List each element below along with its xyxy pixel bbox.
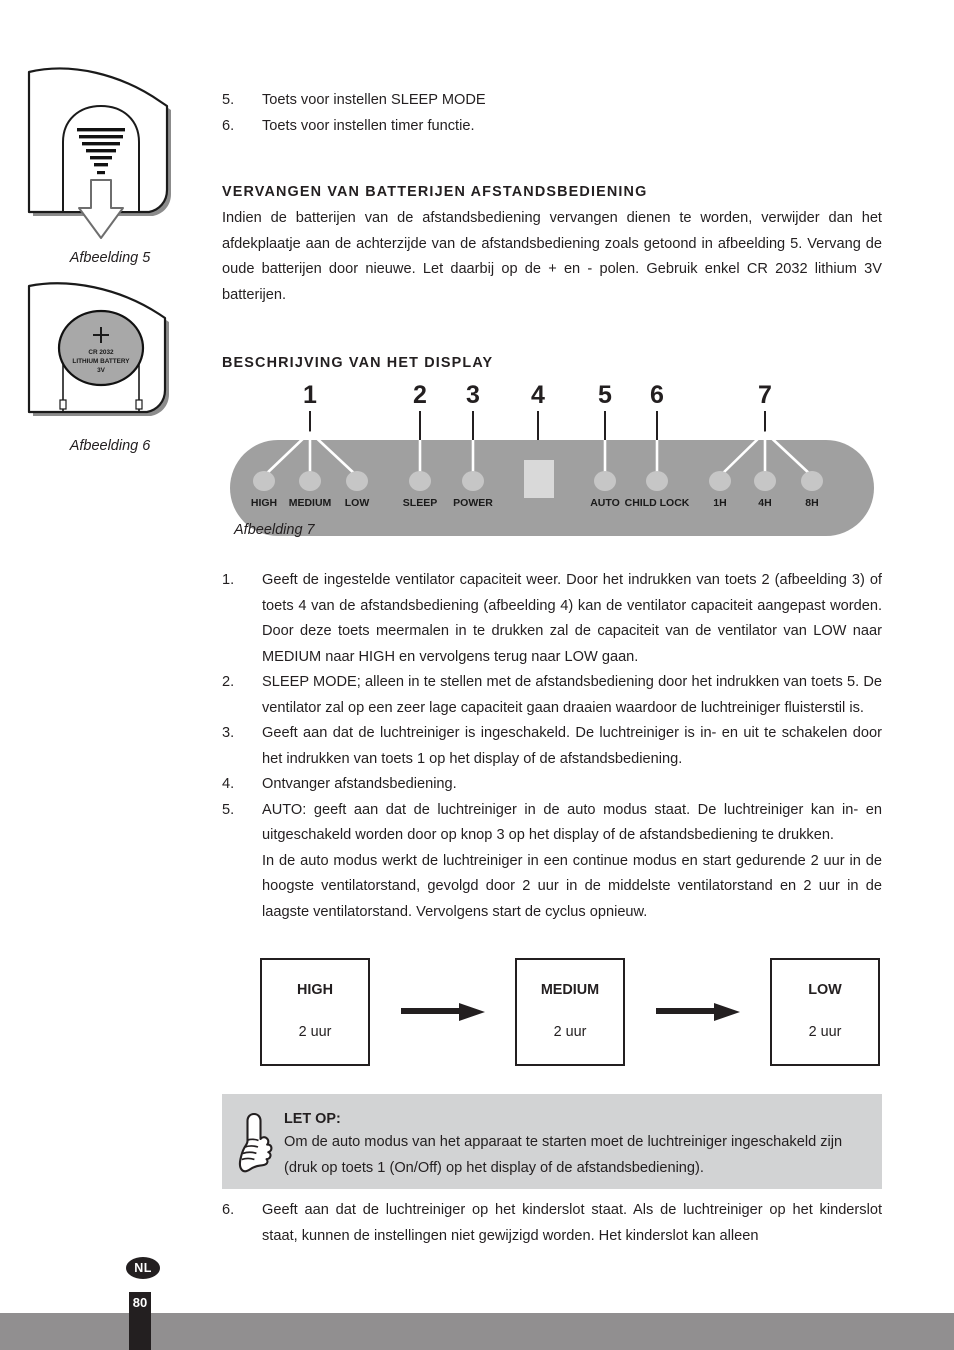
callout-number-2: 2 bbox=[413, 381, 427, 409]
led-sleep bbox=[409, 471, 431, 491]
list-item-number: 1. bbox=[222, 572, 235, 588]
section-body-battery-replacement: Indien de batterijen van de afstandsbedi… bbox=[222, 210, 882, 303]
battery-voltage-text: 3V bbox=[97, 367, 106, 374]
callout-number-1: 1 bbox=[303, 381, 317, 409]
display-panel-svg: 1 2 3 4 5 6 7 HIGH MEDIUM LOW SLEEP POWE… bbox=[230, 381, 874, 536]
flow-step-duration: 2 uur bbox=[553, 1024, 587, 1040]
led-label-medium: MEDIUM bbox=[289, 497, 332, 509]
led-child-lock bbox=[646, 471, 668, 491]
callout-number-4: 4 bbox=[531, 381, 545, 409]
led-label-child-lock: CHILD LOCK bbox=[625, 497, 690, 509]
led-power bbox=[462, 471, 484, 491]
flow-step-duration: 2 uur bbox=[298, 1024, 332, 1040]
callout-number-6: 6 bbox=[650, 381, 664, 409]
list-item: 6. Toets voor instellen timer functie. bbox=[222, 114, 882, 140]
ir-receiver-window bbox=[524, 460, 554, 498]
callout-number-5: 5 bbox=[598, 381, 612, 409]
list-item-number: 6. bbox=[222, 1202, 235, 1218]
led-label-low: LOW bbox=[345, 497, 370, 509]
led-label-high: HIGH bbox=[251, 497, 277, 509]
list-item-number: 2. bbox=[222, 674, 235, 690]
note-box: LET OP: Om de auto modus van het apparaa… bbox=[222, 1094, 882, 1189]
auto-mode-flow-diagram: HIGH 2 uur MEDIUM 2 uur LOW 2 uur bbox=[260, 957, 880, 1067]
language-badge: NL bbox=[126, 1257, 160, 1279]
arrow-right-icon bbox=[655, 1003, 740, 1021]
list-item: 5. AUTO: geeft aan dat de luchtreiniger … bbox=[222, 798, 882, 849]
figure-column: Afbeelding 5 CR 2032 LITHIUM BATTERY 3V … bbox=[0, 0, 220, 1000]
list-item-number: 5. bbox=[222, 801, 235, 818]
list-item: 5. Toets voor instellen SLEEP MODE bbox=[222, 88, 882, 114]
flow-step-medium: MEDIUM 2 uur bbox=[515, 958, 625, 1066]
note-title: LET OP: bbox=[284, 1111, 341, 1127]
list-item: 4. Ontvanger afstandsbediening. bbox=[222, 772, 882, 798]
display-description-list: 1. Geeft de ingestelde ventilator capaci… bbox=[222, 568, 882, 925]
led-label-8h: 8H bbox=[805, 497, 818, 509]
led-label-4h: 4H bbox=[758, 497, 771, 509]
list-item-number: 4. bbox=[222, 776, 235, 792]
list-item-number: 5. bbox=[222, 92, 235, 108]
flow-arrow-2 bbox=[625, 1001, 770, 1023]
led-4h bbox=[754, 471, 776, 491]
top-numbered-list: 5. Toets voor instellen SLEEP MODE 6. To… bbox=[222, 88, 882, 139]
list-item-text: Geeft aan dat de luchtreiniger op het ki… bbox=[262, 1202, 882, 1244]
figure-afbeelding-6: CR 2032 LITHIUM BATTERY 3V Afbeelding 6 bbox=[0, 278, 220, 454]
list-item-continuation: In de auto modus werkt de luchtreiniger … bbox=[222, 849, 882, 926]
flow-step-high: HIGH 2 uur bbox=[260, 958, 370, 1066]
remote-back-cover-removal-illustration bbox=[27, 67, 171, 239]
list-item-number: 6. bbox=[222, 117, 235, 134]
list-item: 6. Geeft aan dat de luchtreiniger op het… bbox=[222, 1198, 882, 1249]
list-item-text: Geeft aan dat de luchtreiniger is ingesc… bbox=[262, 725, 882, 767]
figure-caption-6: Afbeelding 6 bbox=[69, 438, 151, 454]
list-item-text: Geeft de ingestelde ventilator capacitei… bbox=[262, 572, 882, 665]
battery-type-text: LITHIUM BATTERY bbox=[72, 358, 130, 365]
led-low bbox=[346, 471, 368, 491]
tail-numbered-list: 6. Geeft aan dat de luchtreiniger op het… bbox=[222, 1198, 882, 1249]
figure-caption-5: Afbeelding 5 bbox=[69, 250, 151, 266]
list-item: 3. Geeft aan dat de luchtreiniger is ing… bbox=[222, 721, 882, 772]
arrow-right-icon bbox=[400, 1003, 485, 1021]
note-content: LET OP: Om de auto modus van het apparaa… bbox=[284, 1108, 868, 1181]
flow-arrow-1 bbox=[370, 1001, 515, 1023]
list-item-text: AUTO: geeft aan dat de luchtreiniger in … bbox=[262, 801, 882, 844]
flow-step-label: LOW bbox=[808, 982, 842, 998]
flow-step-label: MEDIUM bbox=[540, 982, 600, 998]
list-item: 1. Geeft de ingestelde ventilator capaci… bbox=[222, 568, 882, 670]
list-item-text: Toets voor instellen SLEEP MODE bbox=[262, 92, 486, 108]
list-item: 2. SLEEP MODE; alleen in te stellen met … bbox=[222, 670, 882, 721]
led-label-auto: AUTO bbox=[590, 497, 620, 509]
figure-caption-7: Afbeelding 7 bbox=[234, 522, 315, 538]
note-text: Om de auto modus van het apparaat te sta… bbox=[284, 1134, 843, 1176]
led-medium bbox=[299, 471, 321, 491]
pointing-hand-glyph bbox=[238, 1112, 273, 1173]
section-heading-display-description: BESCHRIJVING VAN HET DISPLAY bbox=[222, 355, 494, 371]
led-1h bbox=[709, 471, 731, 491]
list-item-text: Ontvanger afstandsbediening. bbox=[262, 776, 457, 792]
figure-afbeelding-5: Afbeelding 5 bbox=[0, 62, 220, 266]
led-auto bbox=[594, 471, 616, 491]
remote-battery-compartment-illustration: CR 2032 LITHIUM BATTERY 3V bbox=[27, 282, 169, 416]
list-item-text: Toets voor instellen timer functie. bbox=[262, 117, 475, 134]
page-number-tab: 80 bbox=[129, 1292, 151, 1350]
list-item-number: 3. bbox=[222, 725, 235, 741]
flow-step-low: LOW 2 uur bbox=[770, 958, 880, 1066]
flow-step-label: HIGH bbox=[297, 982, 333, 998]
pointing-hand-icon bbox=[232, 1108, 284, 1185]
auto-mode-paragraph: In de auto modus werkt de luchtreiniger … bbox=[262, 852, 882, 920]
display-panel-diagram: 1 2 3 4 5 6 7 HIGH MEDIUM LOW SLEEP POWE… bbox=[222, 378, 882, 548]
led-label-sleep: SLEEP bbox=[403, 497, 437, 509]
led-label-power: POWER bbox=[453, 497, 493, 509]
led-label-1h: 1H bbox=[713, 497, 726, 509]
callout-number-7: 7 bbox=[758, 381, 772, 409]
callout-number-group: 1 2 3 4 5 6 7 bbox=[303, 381, 772, 409]
led-8h bbox=[801, 471, 823, 491]
battery-model-text: CR 2032 bbox=[88, 349, 114, 356]
callout-number-3: 3 bbox=[466, 381, 480, 409]
list-item-text: SLEEP MODE; alleen in te stellen met de … bbox=[262, 674, 882, 716]
section-heading-battery-replacement: VERVANGEN VAN BATTERIJEN AFSTANDSBEDIENI… bbox=[222, 184, 648, 200]
led-high bbox=[253, 471, 275, 491]
flow-step-duration: 2 uur bbox=[808, 1024, 842, 1040]
